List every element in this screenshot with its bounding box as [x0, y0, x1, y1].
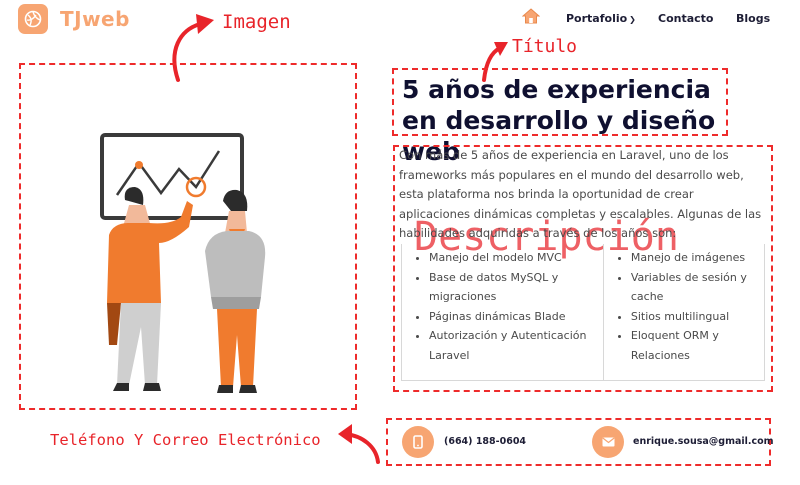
arrow-head-image [196, 14, 214, 34]
list-item: Sitios multilingual [631, 307, 764, 327]
hero-description: Con más de 5 años de experiencia en Lara… [399, 148, 762, 240]
arrow-head-contact [338, 424, 352, 444]
contact-email[interactable]: enrique.sousa@gmail.com [633, 436, 774, 447]
hero-image-frame [19, 63, 357, 410]
envelope-icon [601, 437, 615, 447]
list-item: Manejo de imágenes [631, 248, 764, 268]
list-item: Variables de sesión y cache [631, 268, 764, 307]
hero-illustration [100, 133, 266, 393]
list-item: Autorización y Autenticación Laravel [429, 326, 603, 365]
list-item: Manejo del modelo MVC [429, 248, 603, 268]
list-item: Páginas dinámicas Blade [429, 307, 603, 327]
list-item: Base de datos MySQL y migraciones [429, 268, 603, 307]
email-icon-badge[interactable] [592, 426, 624, 458]
phone-icon-badge[interactable] [402, 426, 434, 458]
contact-phone[interactable]: (664) 188-0604 [444, 436, 526, 447]
phone-icon [413, 435, 423, 449]
list-item: Eloquent ORM y Relaciones [631, 326, 764, 365]
skills-table: Manejo del modelo MVC Base de datos MySQ… [401, 244, 765, 381]
skills-list-right: Manejo de imágenes Variables de sesión y… [604, 244, 764, 380]
skills-list-left: Manejo del modelo MVC Base de datos MySQ… [402, 244, 604, 380]
